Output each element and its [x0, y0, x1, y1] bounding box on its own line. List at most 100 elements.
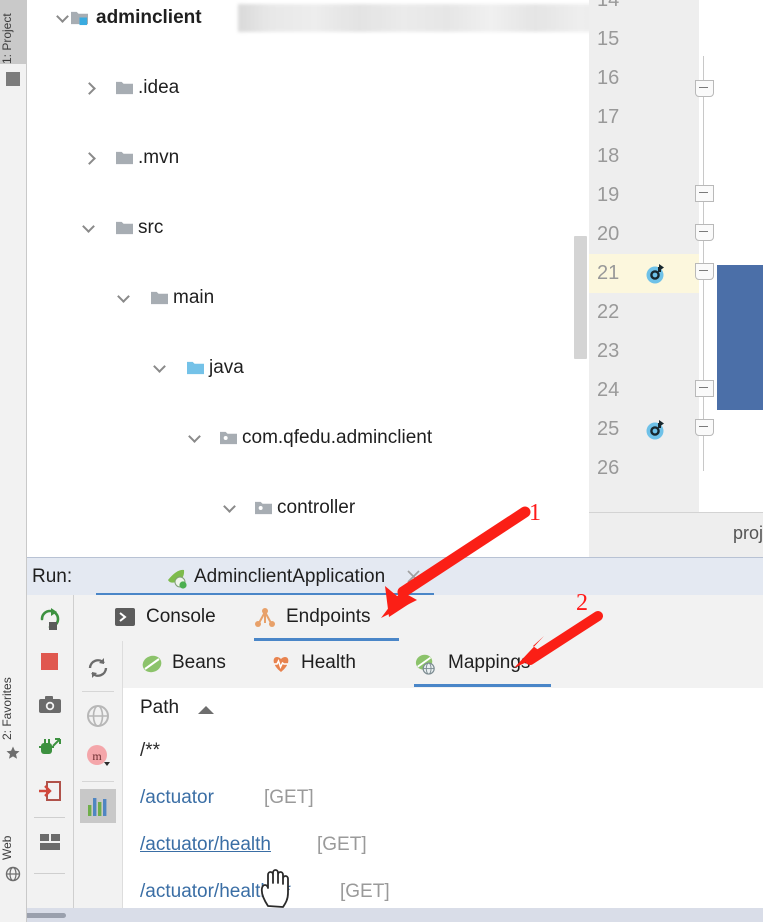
fold-marker-icon[interactable] [695, 185, 714, 202]
gutter-line-highlighted: 21 [589, 254, 699, 293]
folder-icon [116, 81, 133, 95]
gutter-line: 20 [589, 215, 699, 254]
globe-icon [5, 866, 21, 882]
refresh-icon[interactable] [85, 655, 111, 681]
svg-text:m: m [92, 749, 102, 763]
line-number: 14 [597, 0, 620, 11]
tree-row-main[interactable]: main [26, 280, 589, 315]
endpoints-side-toolbar: m [74, 641, 123, 922]
tab-label: Beans [172, 652, 226, 673]
chart-icon[interactable] [85, 793, 111, 819]
sort-ascending-icon[interactable] [198, 706, 214, 714]
fold-marker-icon[interactable] [695, 80, 714, 97]
tab-label: Endpoints [286, 606, 371, 627]
source-folder-icon [187, 361, 204, 375]
endpoints-sub-tab-bar: Beans Health Mappings [123, 641, 763, 689]
mapping-method: [GET] [264, 787, 314, 808]
toolbar-divider [82, 691, 114, 692]
chevron-down-icon[interactable] [154, 361, 168, 375]
editor-gutter[interactable]: 14 15 16 17 18 19 20 21 22 23 24 25 26 [589, 0, 699, 512]
tree-row-java[interactable]: java [26, 350, 589, 385]
table-row[interactable]: /actuator/health [GET] [123, 823, 763, 871]
mapping-path-link[interactable]: /actuator [140, 787, 214, 809]
maven-icon[interactable]: m [85, 743, 111, 769]
chevron-down-icon[interactable] [189, 431, 203, 445]
toolbar-divider [34, 873, 65, 874]
editor-pane[interactable]: 14 15 16 17 18 19 20 21 22 23 24 25 26 [589, 0, 763, 512]
tool-window-label-web: Web [0, 835, 14, 860]
run-tool-window: Run: AdminclientApplication Console Endp… [26, 557, 763, 922]
chevron-down-icon[interactable] [83, 221, 97, 235]
attach-debugger-icon[interactable] [38, 736, 62, 760]
tree-row-controller[interactable]: controller [26, 490, 589, 525]
run-gutter-icon[interactable] [645, 419, 667, 441]
mappings-icon [415, 654, 435, 675]
line-number: 25 [597, 418, 620, 440]
fold-marker-icon[interactable] [695, 263, 714, 280]
project-tree-scrollbar-thumb[interactable] [574, 236, 587, 359]
chevron-down-icon[interactable] [118, 291, 132, 305]
toolbar-divider [34, 817, 65, 818]
run-gutter-icon[interactable] [645, 263, 667, 285]
gutter-line: 14 [589, 0, 699, 20]
stop-icon[interactable] [38, 650, 62, 674]
line-number: 15 [597, 28, 620, 50]
mapping-path[interactable]: /** [140, 740, 160, 762]
line-number: 20 [597, 223, 620, 245]
beans-icon [142, 655, 162, 673]
folder-icon [116, 151, 133, 165]
spring-run-icon [168, 569, 187, 589]
fold-marker-icon[interactable] [695, 380, 714, 397]
gutter-line: 16 [589, 59, 699, 98]
line-number: 17 [597, 106, 620, 128]
layout-icon[interactable] [38, 830, 62, 854]
project-tree[interactable]: adminclient .idea .mvn src main java com… [26, 0, 590, 557]
mapping-method: [GET] [317, 834, 367, 855]
tool-window-label-favorites: 2: Favorites [0, 677, 14, 740]
exit-icon[interactable] [38, 779, 62, 803]
gutter-line: 17 [589, 98, 699, 137]
mappings-subpanel: Beans Health Mappings Path /** /actuator… [123, 641, 763, 922]
code-folding-column[interactable] [692, 0, 716, 512]
fold-marker-icon[interactable] [695, 224, 714, 241]
chevron-down-icon[interactable] [224, 501, 238, 515]
gutter-line: 22 [589, 293, 699, 332]
tool-window-button-project[interactable]: 1: Project [0, 0, 26, 64]
column-header-path: Path [140, 697, 180, 718]
project-icon [6, 72, 20, 86]
annotation-number-1: 1 [529, 500, 541, 526]
table-row[interactable]: /actuator [GET] [123, 776, 763, 824]
line-number: 26 [597, 457, 620, 479]
close-icon[interactable] [405, 568, 422, 585]
tool-window-button-web[interactable]: Web [0, 800, 26, 860]
bottom-scroll-strip[interactable] [0, 908, 763, 922]
tree-label: controller [277, 497, 356, 518]
rerun-icon[interactable] [38, 607, 62, 631]
chevron-right-icon[interactable] [83, 81, 97, 95]
run-tab-bar: Console Endpoints [74, 595, 763, 642]
tree-row-src[interactable]: src [26, 210, 589, 245]
tool-window-button-favorites[interactable]: 2: Favorites [0, 640, 26, 740]
tree-row-mvn[interactable]: .mvn [26, 140, 589, 175]
tree-label: adminclient [96, 7, 202, 28]
endpoints-icon [255, 608, 275, 627]
chevron-down-icon[interactable] [57, 11, 71, 25]
gutter-line: 18 [589, 137, 699, 176]
camera-icon[interactable] [38, 693, 62, 717]
mappings-table-header[interactable]: Path [123, 688, 763, 730]
mapping-path-link[interactable]: /actuator/health [140, 834, 271, 856]
console-icon [115, 608, 135, 626]
tab-mappings-underline [414, 684, 551, 687]
globe-icon[interactable] [85, 703, 111, 729]
code-text-area[interactable] [716, 0, 763, 512]
redacted-path-overlay [238, 4, 589, 32]
gutter-line: 15 [589, 20, 699, 59]
tree-row-idea[interactable]: .idea [26, 70, 589, 105]
tree-label: src [138, 217, 164, 238]
chevron-right-icon[interactable] [83, 151, 97, 165]
tree-row-package-root[interactable]: com.qfedu.adminclient [26, 420, 589, 455]
toolbar-divider [82, 781, 114, 782]
run-window-side-toolbar [26, 595, 74, 922]
table-row[interactable]: /** [123, 729, 763, 777]
fold-marker-icon[interactable] [695, 419, 714, 436]
